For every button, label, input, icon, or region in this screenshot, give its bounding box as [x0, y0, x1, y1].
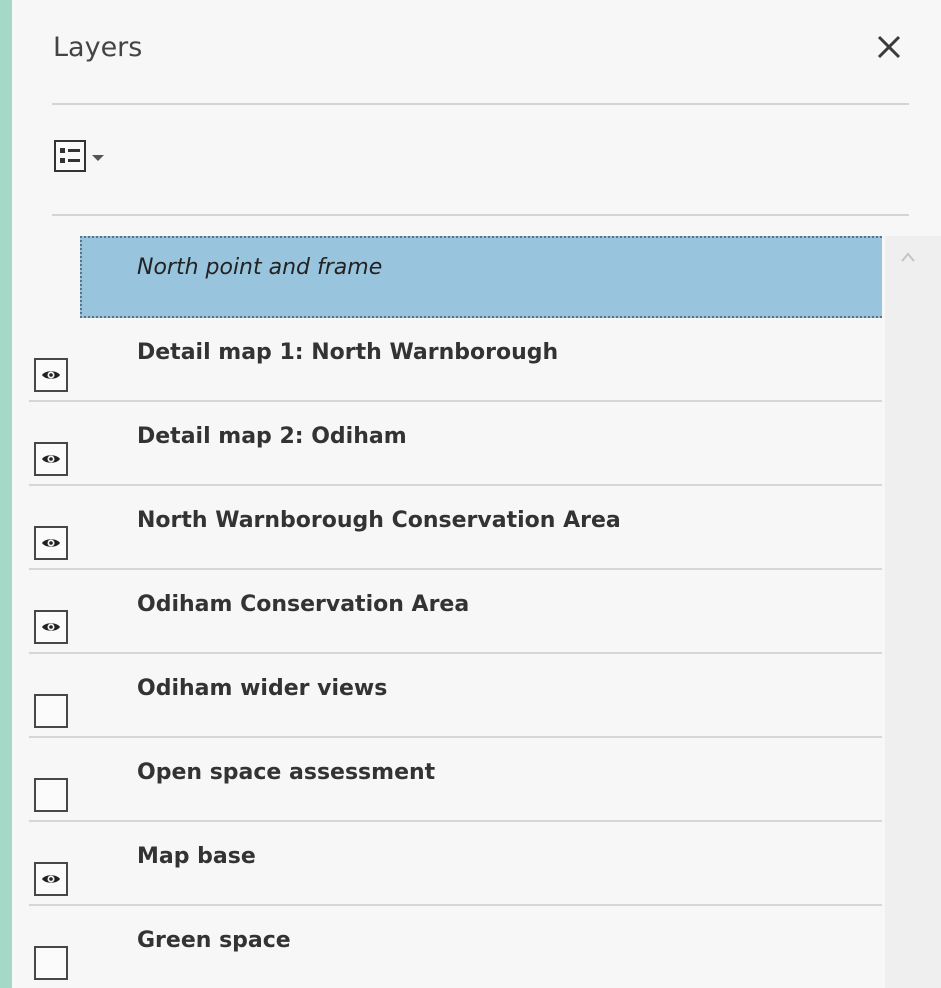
header-divider — [52, 103, 909, 105]
layer-label: Odiham wider views — [137, 676, 388, 701]
scrollbar[interactable] — [885, 236, 941, 988]
scroll-up-icon[interactable] — [899, 250, 917, 264]
visibility-toggle[interactable] — [34, 946, 68, 980]
layer-row-open-space-assessment[interactable]: Open space assessment — [12, 738, 882, 822]
panel-title: Layers — [53, 32, 143, 63]
layer-row-odiham-ca[interactable]: Odiham Conservation Area — [12, 570, 882, 654]
layer-row-green-space[interactable]: Green space — [12, 906, 882, 988]
layer-list: North point and frame Detail map 1: Nort… — [12, 236, 882, 988]
eye-icon — [42, 875, 60, 883]
layer-row-north-warnborough-ca[interactable]: North Warnborough Conservation Area — [12, 486, 882, 570]
visibility-toggle[interactable] — [34, 778, 68, 812]
layers-panel: Layers North point and frame Detail map … — [12, 0, 941, 988]
visibility-toggle[interactable] — [34, 526, 68, 560]
visibility-toggle[interactable] — [34, 358, 68, 392]
eye-icon — [42, 623, 60, 631]
layer-row-map-base[interactable]: Map base — [12, 822, 882, 906]
layer-label: Detail map 1: North Warnborough — [137, 340, 559, 365]
layer-label: Map base — [137, 844, 256, 869]
close-icon — [877, 35, 901, 59]
visibility-toggle[interactable] — [34, 442, 68, 476]
layer-label: North Warnborough Conservation Area — [137, 508, 621, 533]
eye-icon — [42, 371, 60, 379]
layer-row-north-point-and-frame[interactable]: North point and frame — [80, 236, 882, 318]
checkbox-box — [34, 946, 68, 980]
layer-label: Green space — [137, 928, 291, 953]
layer-label: Odiham Conservation Area — [137, 592, 470, 617]
visibility-toggle[interactable] — [34, 694, 68, 728]
layer-label: North point and frame — [137, 255, 383, 280]
chevron-down-icon — [92, 155, 104, 161]
layer-row-detail-map-2[interactable]: Detail map 2: Odiham — [12, 402, 882, 486]
layer-row-detail-map-1[interactable]: Detail map 1: North Warnborough — [12, 318, 882, 402]
checkbox-box — [34, 778, 68, 812]
toolbar-divider — [52, 214, 909, 216]
eye-icon — [42, 455, 60, 463]
layer-options-button[interactable] — [54, 140, 104, 180]
visibility-toggle[interactable] — [34, 862, 68, 896]
layer-row-odiham-wider-views[interactable]: Odiham wider views — [12, 654, 882, 738]
eye-icon — [42, 539, 60, 547]
layer-label: Open space assessment — [137, 760, 436, 785]
checkbox-box — [34, 694, 68, 728]
layer-label: Detail map 2: Odiham — [137, 424, 407, 449]
close-button[interactable] — [875, 33, 903, 61]
visibility-toggle[interactable] — [34, 610, 68, 644]
